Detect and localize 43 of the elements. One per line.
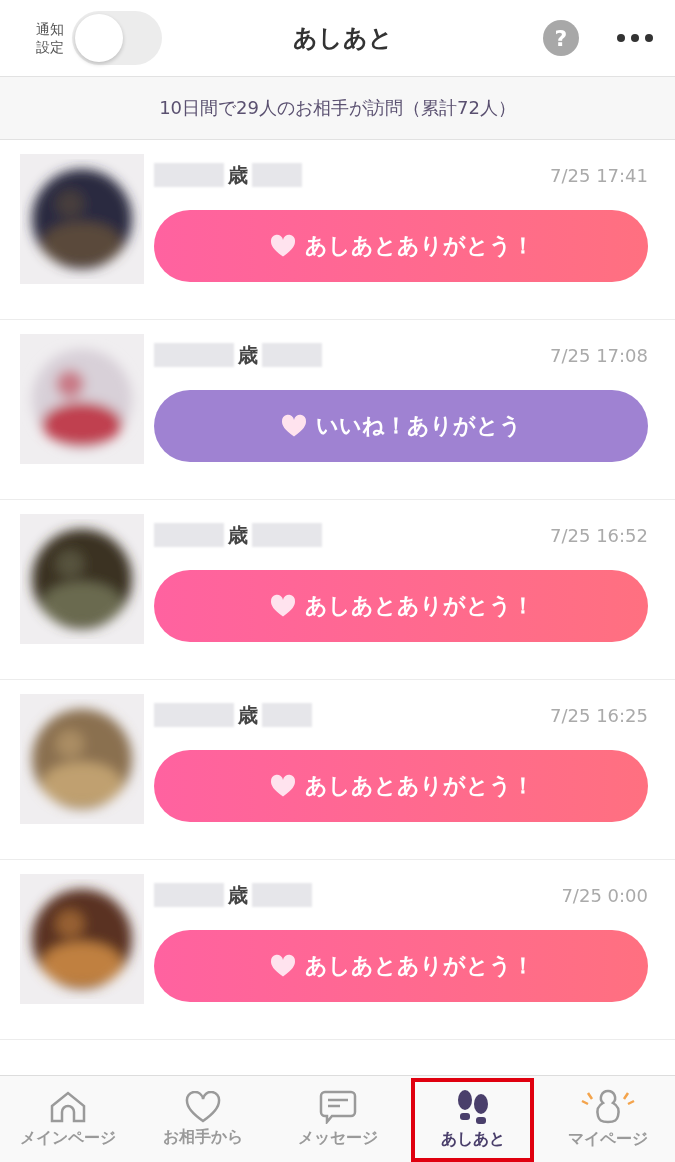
nav-tab[interactable]: あしあと	[405, 1076, 540, 1162]
visit-time: 7/25 17:08	[550, 344, 648, 366]
footprints-icon	[455, 1088, 490, 1125]
blurred-location	[262, 343, 322, 367]
thanks-button[interactable]: あしあとありがとう！	[154, 210, 648, 282]
age-label: 歳	[238, 341, 258, 369]
heart-icon	[184, 1090, 221, 1123]
blurred-location	[262, 703, 312, 727]
heart-icon	[268, 234, 297, 258]
notification-settings-label: 通知設定	[36, 19, 64, 57]
age-label: 歳	[238, 701, 258, 729]
visit-time: 7/25 17:41	[550, 164, 648, 186]
visit-time: 7/25 0:00	[561, 884, 648, 906]
chat-icon	[318, 1089, 357, 1124]
help-button[interactable]: ?	[543, 20, 579, 56]
age-label: 歳	[228, 161, 248, 189]
thanks-button[interactable]: あしあとありがとう！	[154, 570, 648, 642]
blurred-location	[252, 523, 322, 547]
nav-tab[interactable]: メインページ	[0, 1076, 135, 1162]
thanks-button[interactable]: いいね！ありがとう	[154, 390, 648, 462]
thanks-button[interactable]: あしあとありがとう！	[154, 930, 648, 1002]
blurred-name	[154, 163, 224, 187]
heart-icon	[280, 414, 308, 438]
blurred-name	[154, 883, 224, 907]
page-title: あしあと	[291, 23, 394, 54]
visit-time: 7/25 16:25	[550, 704, 648, 726]
blurred-location	[252, 883, 312, 907]
visit-time: 7/25 16:52	[550, 524, 648, 546]
nav-tab[interactable]: お相手から	[135, 1076, 270, 1162]
heart-icon	[268, 774, 297, 798]
notification-toggle[interactable]	[72, 11, 162, 65]
age-label: 歳	[228, 881, 248, 909]
heart-icon	[268, 594, 297, 618]
nav-tab[interactable]: マイページ	[540, 1076, 675, 1162]
age-label: 歳	[228, 521, 248, 549]
visitor-summary: 10日間で29人のお相手が訪問（累計72人）	[0, 77, 675, 140]
blurred-location	[252, 163, 302, 187]
thanks-button[interactable]: あしあとありがとう！	[154, 750, 648, 822]
heart-icon	[268, 954, 297, 978]
blurred-name	[154, 523, 224, 547]
more-icon[interactable]	[617, 34, 653, 42]
nav-tab[interactable]: メッセージ	[270, 1076, 405, 1162]
home-icon	[48, 1089, 87, 1124]
